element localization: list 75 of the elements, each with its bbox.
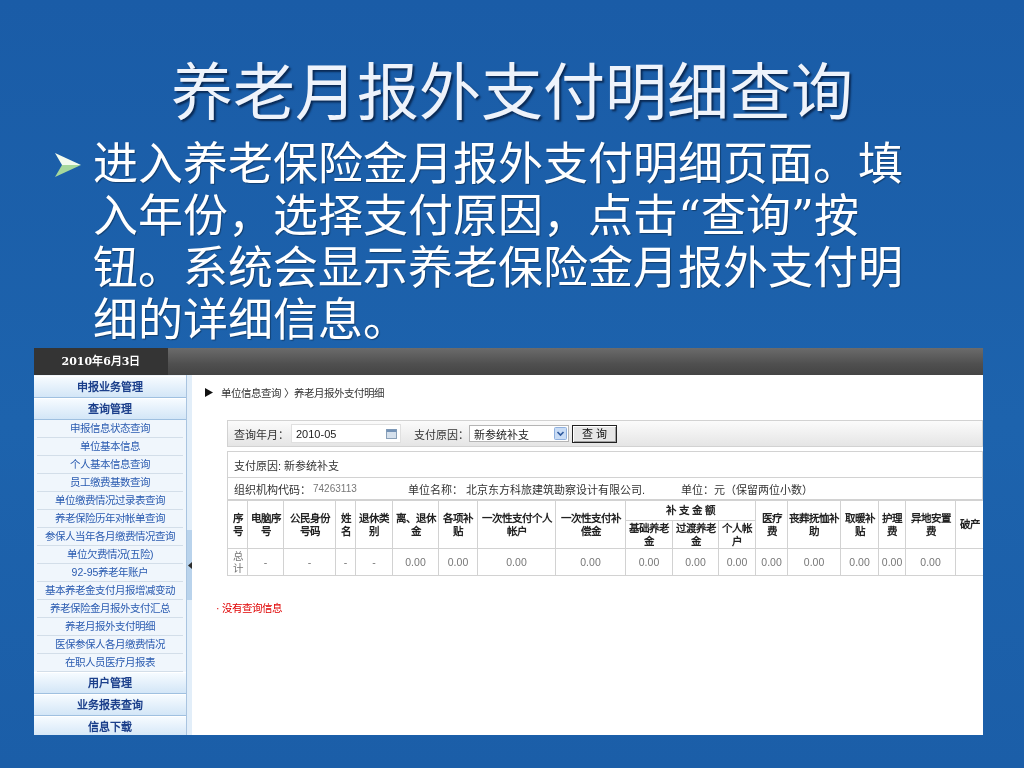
field-label: 支付原因：: [414, 427, 469, 442]
table-cell: 0.00: [718, 548, 756, 576]
unit-name-value: 北京东方科旅建筑勘察设计有限公司.: [466, 482, 646, 497]
breadcrumb-text: 单位信息查询 〉养老月报外支付明细: [221, 385, 384, 400]
sidebar-item[interactable]: 申报信息状态查询: [37, 420, 183, 438]
triangle-left-icon: [187, 561, 192, 569]
sidebar-item[interactable]: 单位基本信息: [37, 438, 183, 456]
slide-title: 养老月报外支付明细查询: [171, 58, 853, 130]
column-header: 个人帐户: [718, 520, 756, 549]
sidebar-item[interactable]: 员工缴费基数查询: [37, 474, 183, 492]
calendar-icon[interactable]: [386, 428, 397, 439]
table-cell: -: [283, 548, 336, 576]
table-cell: 0.00: [787, 548, 841, 576]
sidebar-item[interactable]: 养老保险历年对帐单查询: [37, 510, 183, 528]
column-header: 丧葬抚恤补助: [787, 500, 841, 549]
sidebar-group-header[interactable]: 申报业务管理: [34, 376, 186, 398]
column-header: 医疗费: [755, 500, 788, 549]
sidebar-group-header[interactable]: 信息下载: [34, 716, 186, 735]
table-cell: 0.00: [392, 548, 439, 576]
org-code-value: 74263113: [313, 483, 357, 494]
column-header: 过渡养老金: [672, 520, 719, 549]
sidebar-group-header[interactable]: 业务报表查询: [34, 694, 186, 716]
table-cell: 0.00: [840, 548, 879, 576]
reason-select[interactable]: 新参统补支: [469, 425, 569, 442]
unit-note: 单位：元（保留两位小数）: [681, 482, 813, 497]
table-cell: -: [335, 548, 356, 576]
sidebar-group-header[interactable]: 查询管理: [34, 398, 186, 420]
column-header: 破产: [955, 500, 983, 549]
sidebar-item[interactable]: 单位欠费情况(五险): [37, 546, 183, 564]
column-header: 一次性支付补偿金: [555, 500, 626, 549]
column-header: 一次性支付个人帐户: [477, 500, 556, 549]
table-cell: 0.00: [878, 548, 906, 576]
sidebar-item[interactable]: 单位缴费情况过录表查询: [37, 492, 183, 510]
sidebar-item[interactable]: 参保人当年各月缴费情况查询: [37, 528, 183, 546]
column-header: 基础养老金: [625, 520, 673, 549]
date-label: 2010年6月3日: [34, 348, 168, 375]
table-cell: -: [355, 548, 393, 576]
date-field[interactable]: 2010-05: [291, 424, 401, 443]
collapse-handle[interactable]: [187, 530, 192, 600]
column-group-header: 补 支 金 额: [625, 500, 756, 521]
table-cell: 0.00: [477, 548, 556, 576]
table-cell: 0.00: [555, 548, 626, 576]
payment-reason-text: 支付原因: 新参统补支: [234, 458, 340, 473]
column-header: 护理费: [878, 500, 906, 549]
sidebar-item[interactable]: 医保参保人各月缴费情况: [37, 636, 183, 654]
table-cell: 0.00: [905, 548, 956, 576]
triangle-right-icon: [205, 387, 213, 397]
column-header: 公民身份号码: [283, 500, 336, 549]
sidebar-item[interactable]: 92-95养老年账户: [37, 564, 183, 582]
column-header: 取暖补贴: [840, 500, 879, 549]
no-results-message: · 没有查询信息: [216, 601, 283, 615]
query-button[interactable]: 查 询: [572, 424, 618, 443]
column-header: 异地安置费: [905, 500, 956, 549]
sidebar-item[interactable]: 养老月报外支付明细: [37, 618, 183, 636]
arrow-bullet-icon: [55, 153, 81, 177]
column-header: 离、退休金: [392, 500, 439, 549]
sidebar-item[interactable]: 养老保险金月报外支付汇总: [37, 600, 183, 618]
table-cell: 0.00: [625, 548, 673, 576]
column-header: 姓名: [335, 500, 356, 549]
sidebar-item[interactable]: 基本养老金支付月报增减变动: [37, 582, 183, 600]
bullet-text: 进入养老保险金月报外支付明细页面。填入年份，选择支付原因，点击“查询”按钮。系统会显示养老保险金月报外支付明细的详细信息。: [93, 139, 904, 347]
sidebar-group-header[interactable]: 用户管理: [34, 672, 186, 694]
column-header: 各项补贴: [438, 500, 478, 549]
field-label: 查询年月：: [234, 427, 289, 442]
column-header: 退休类别: [355, 500, 393, 549]
sidebar-item[interactable]: 个人基本信息查询: [37, 456, 183, 474]
table-cell: 总计: [227, 548, 248, 576]
unit-name-label: 单位名称：: [408, 482, 463, 497]
table-cell: -: [247, 548, 284, 576]
table-cell: 0.00: [755, 548, 788, 576]
org-code-label: 组织机构代码：: [234, 482, 311, 497]
column-header: 序号: [227, 500, 248, 549]
table-cell: 0.00: [438, 548, 478, 576]
column-header: 电脑序号: [247, 500, 284, 549]
table-cell: 0.00: [672, 548, 719, 576]
